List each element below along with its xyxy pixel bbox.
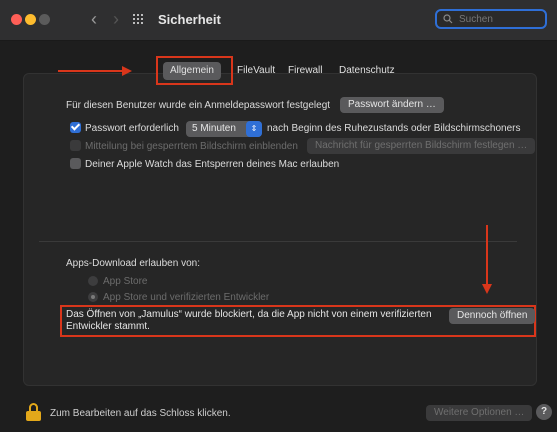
set-lock-message-button[interactable]: Nachricht für gesperrten Bildschirm fest… (307, 138, 536, 154)
radio-app-store-label: App Store (103, 276, 148, 287)
forward-chevron-icon[interactable]: › (113, 9, 119, 29)
tab-filevault[interactable]: FileVault (237, 62, 275, 80)
advanced-options-button[interactable]: Weitere Optionen … (426, 405, 533, 421)
password-delay-select[interactable]: 5 Minuten ⇕ (186, 121, 262, 137)
lock-icon[interactable] (26, 403, 41, 421)
lock-hint-text: Zum Bearbeiten auf das Schloss klicken. (50, 408, 231, 419)
require-password-suffix: nach Beginn des Ruhezustands oder Bildsc… (267, 123, 521, 134)
radio-app-store-verified[interactable] (88, 292, 98, 302)
window-title: Sicherheit (158, 12, 221, 27)
back-chevron-icon[interactable]: ‹ (91, 9, 97, 29)
show-message-label: Mitteilung bei gesperrtem Bildschirm ein… (85, 141, 298, 152)
annotation-arrowhead-down (482, 284, 492, 294)
close-window-button[interactable] (11, 14, 22, 25)
change-password-button[interactable]: Passwort ändern … (340, 97, 444, 113)
search-field[interactable]: Suchen (435, 9, 547, 29)
annotation-arrow-horizontal (58, 70, 128, 72)
tab-firewall[interactable]: Firewall (288, 62, 322, 80)
search-icon (443, 14, 453, 24)
section-divider (39, 241, 517, 242)
help-button[interactable]: ? (536, 404, 552, 420)
password-set-text: Für diesen Benutzer wurde ein Anmeldepas… (66, 100, 331, 111)
annotation-highlight-tab (156, 56, 233, 85)
open-anyway-button[interactable]: Dennoch öffnen (449, 308, 536, 324)
apple-watch-checkbox[interactable] (70, 158, 81, 169)
show-message-checkbox[interactable] (70, 140, 81, 151)
annotation-arrowhead-right (122, 66, 132, 76)
radio-app-store[interactable] (88, 276, 98, 286)
tab-datenschutz[interactable]: Datenschutz (339, 62, 395, 80)
require-password-label: Passwort erforderlich (85, 123, 179, 134)
title-bar: ‹ › Sicherheit Suchen (0, 0, 557, 41)
show-all-grid-icon[interactable] (133, 14, 144, 25)
require-password-checkbox[interactable] (70, 122, 81, 133)
blocked-app-message: Das Öffnen von „Jamulus“ wurde blockiert… (66, 309, 432, 332)
apple-watch-label: Deiner Apple Watch das Entsperren deines… (85, 159, 340, 170)
radio-app-store-verified-label: App Store und verifizierten Entwickler (103, 292, 270, 303)
annotation-arrow-vertical (486, 225, 488, 287)
chevron-updown-icon: ⇕ (246, 121, 262, 137)
settings-panel (23, 73, 537, 386)
search-placeholder: Suchen (459, 14, 493, 25)
password-delay-value: 5 Minuten (192, 123, 236, 134)
downloads-heading: Apps-Download erlauben von: (66, 258, 200, 269)
zoom-window-button[interactable] (39, 14, 50, 25)
minimize-window-button[interactable] (25, 14, 36, 25)
